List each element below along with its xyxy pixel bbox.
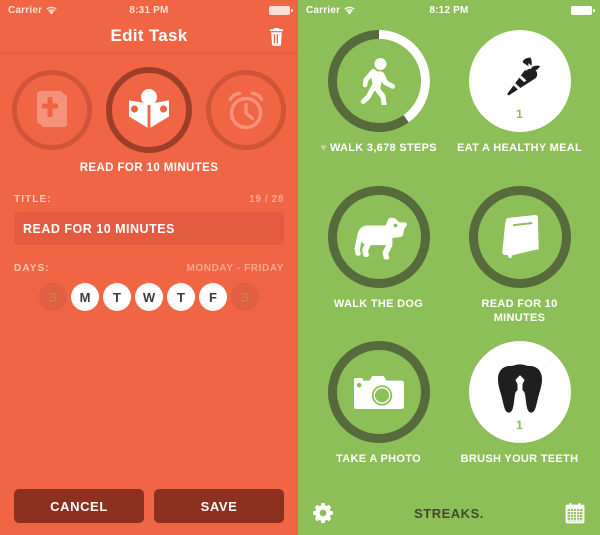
status-bar-left-group-2: Carrier [306, 5, 355, 16]
delete-task-button[interactable] [264, 24, 288, 50]
camera-icon [353, 376, 404, 410]
streak-label-walk-dog: WALK THE DOG [334, 297, 423, 311]
streak-item-read[interactable]: READ FOR 10 MINUTES [449, 180, 590, 336]
streak-label-take-photo: TAKE A PHOTO [336, 452, 421, 466]
streak-ring-brush-teeth[interactable]: 1 [468, 341, 571, 444]
streak-ring-read[interactable] [468, 185, 571, 288]
day-toggle-saturday[interactable]: S [231, 283, 259, 311]
streak-label-healthy-meal: EAT A HEALTHY MEAL [457, 141, 582, 155]
status-bar-right-group [269, 5, 293, 15]
streak-label-brush-teeth: BRUSH YOUR TEETH [461, 452, 579, 466]
wifi-icon [344, 6, 355, 15]
title-char-counter: 19 / 28 [249, 194, 284, 205]
nav-divider [0, 52, 298, 55]
battery-full-icon [571, 5, 595, 15]
streak-ring-take-photo[interactable] [327, 341, 430, 444]
streak-count-healthy-meal: 1 [516, 107, 523, 121]
icon-option-open-book[interactable] [106, 67, 192, 153]
icon-option-bible[interactable] [12, 70, 92, 150]
days-summary: MONDAY - FRIDAY [186, 263, 284, 274]
streak-ring-walk-dog[interactable] [327, 185, 430, 288]
streak-label-text: TAKE A PHOTO [336, 453, 421, 466]
battery-full-icon [269, 5, 293, 15]
status-bar-right-group-2 [571, 5, 595, 15]
gear-icon [313, 503, 333, 523]
app-root: Carrier 8:31 PM Edit Task READ FOR 10 MI… [0, 0, 600, 535]
streak-ring-healthy-meal[interactable]: 1 [468, 30, 571, 132]
task-title-preview: READ FOR 10 MINUTES [79, 162, 219, 174]
streaks-grid: ♥ WALK 3,678 STEPS 1 EAT A HEALTHY MEAL … [298, 22, 600, 491]
page-title: Edit Task [110, 26, 188, 45]
trash-icon [269, 28, 283, 46]
streak-label-text: BRUSH YOUR TEETH [460, 453, 579, 466]
streak-label-text: WALK THE DOG [333, 297, 424, 310]
status-bar-left-group: Carrier [8, 5, 57, 16]
settings-button[interactable] [312, 502, 334, 524]
streak-item-walk-steps[interactable]: ♥ WALK 3,678 STEPS [308, 24, 449, 180]
streak-label-text: WALK 3,678 STEPS [329, 142, 437, 154]
title-field-label: TITLE: [14, 194, 52, 205]
streak-label-walk-steps: ♥ WALK 3,678 STEPS [320, 141, 437, 155]
walking-person-icon [360, 58, 395, 105]
streak-count-brush-teeth: 1 [516, 418, 523, 433]
edit-task-screen: Carrier 8:31 PM Edit Task READ FOR 10 MI… [0, 0, 298, 535]
title-field-header: TITLE: 19 / 28 [14, 194, 284, 205]
heart-icon: ♥ [320, 141, 327, 154]
bible-icon [37, 91, 67, 127]
calendar-icon [565, 502, 585, 523]
calendar-button[interactable] [564, 502, 586, 524]
wifi-icon [46, 6, 57, 15]
day-toggle-wednesday[interactable]: W [135, 283, 163, 311]
day-toggle-tuesday[interactable]: T [103, 283, 131, 311]
streak-label-read: READ FOR 10 MINUTES [455, 297, 585, 325]
alarm-clock-icon [228, 91, 264, 130]
streak-label-text: READ FOR 10 MINUTES [481, 297, 558, 324]
navigation-bar: Edit Task [0, 20, 298, 52]
status-bar-right: Carrier 8:12 PM [298, 0, 600, 20]
streak-label-text: EAT A HEALTHY MEAL [457, 142, 582, 154]
icon-picker [0, 67, 298, 153]
status-bar-left: Carrier 8:31 PM [0, 0, 298, 20]
streaks-screen: Carrier 8:12 PM ♥ WALK 3,678 STEPS 1 EAT… [298, 0, 600, 535]
carrier-label: Carrier [8, 4, 43, 16]
form-actions: CANCEL SAVE [0, 489, 298, 523]
streak-item-healthy-meal[interactable]: 1 EAT A HEALTHY MEAL [449, 24, 590, 180]
streak-item-walk-dog[interactable]: WALK THE DOG [308, 180, 449, 336]
open-book-icon [129, 89, 169, 128]
carrier-label: Carrier [306, 4, 341, 16]
dog-icon [354, 216, 407, 260]
days-field-label: DAYS: [14, 263, 50, 274]
tooth-icon [497, 364, 542, 413]
tab-bar-title: STREAKS. [414, 505, 484, 521]
day-toggle-friday[interactable]: F [199, 283, 227, 311]
day-toggle-thursday[interactable]: T [167, 283, 195, 311]
day-selector: S M T W T F S [14, 283, 284, 311]
save-button[interactable]: SAVE [154, 489, 284, 523]
tab-bar: STREAKS. [298, 491, 600, 535]
cancel-button[interactable]: CANCEL [14, 489, 144, 523]
day-toggle-sunday[interactable]: S [39, 283, 67, 311]
streak-item-brush-teeth[interactable]: 1 BRUSH YOUR TEETH [449, 335, 590, 491]
icon-option-alarm-clock[interactable] [206, 70, 286, 150]
day-toggle-monday[interactable]: M [71, 283, 99, 311]
closed-book-icon [501, 214, 539, 258]
streak-item-take-photo[interactable]: TAKE A PHOTO [308, 335, 449, 491]
title-input[interactable] [14, 212, 284, 245]
days-field-header: DAYS: MONDAY - FRIDAY [14, 263, 284, 274]
carrot-icon [506, 57, 540, 96]
streak-ring-walk-steps[interactable] [327, 30, 430, 132]
